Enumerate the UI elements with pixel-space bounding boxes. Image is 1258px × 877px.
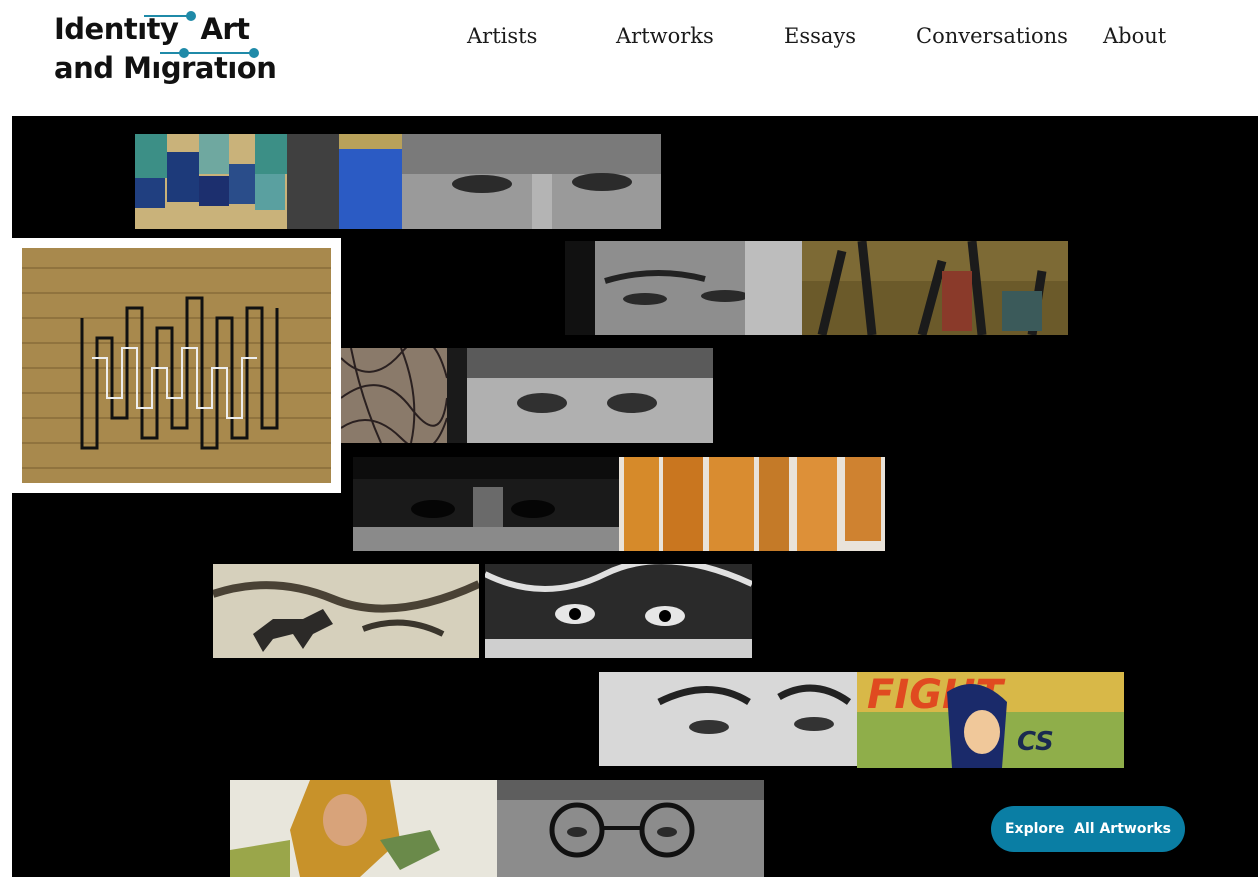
artist-portrait-6[interactable] [599,672,867,766]
artwork-tile-scribble[interactable] [341,348,447,443]
artist-portrait-3[interactable] [447,348,713,443]
artist-portrait-1[interactable] [402,134,661,229]
artwork-tile-comic-cover[interactable]: FIGHT CS [857,672,1124,768]
nav-artworks[interactable]: Artworks [616,24,714,48]
main-nav: Artists Artworks Essays Conversations Ab… [0,24,1258,56]
artist-portrait-4[interactable] [353,457,619,551]
artwork-gallery: FIGHT CS [12,116,1258,877]
artwork-tile-animal-etching[interactable] [213,564,479,658]
nav-essays[interactable]: Essays [784,24,856,48]
explore-all-artworks-button[interactable]: Explore All Artworks [991,806,1185,852]
featured-artwork-textile[interactable] [12,238,341,493]
artwork-tile-amber-panels[interactable] [619,457,885,551]
nav-about[interactable]: About [1103,24,1166,48]
artist-portrait-7[interactable] [497,780,764,877]
artwork-tile-landscape[interactable] [802,241,1068,335]
artwork-tile-weaving[interactable] [135,134,402,229]
svg-text:CS: CS [1017,727,1054,757]
artist-portrait-2[interactable] [565,241,802,335]
nav-conversations[interactable]: Conversations [916,24,1068,48]
site-header: Identıty Art and Mıgratıon Artists Artwor… [0,0,1258,116]
nav-artists[interactable]: Artists [467,24,537,48]
artwork-tile-aviator[interactable] [230,780,497,877]
artist-portrait-5[interactable] [485,564,752,658]
